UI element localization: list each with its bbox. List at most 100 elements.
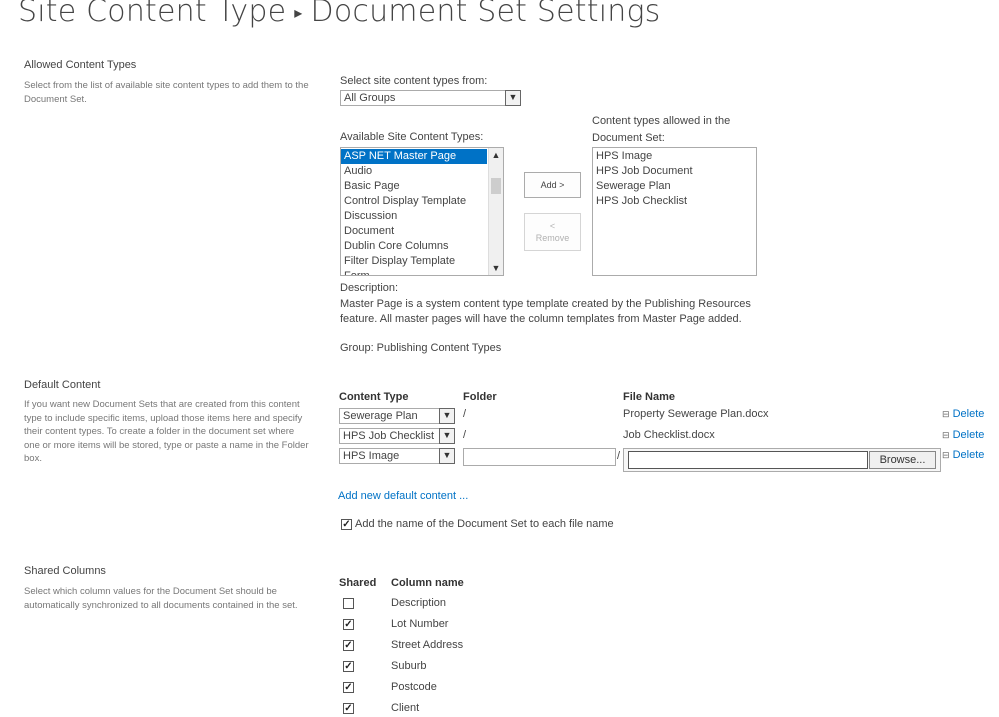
row2-delete-link[interactable]: ⊟ Delete <box>942 429 984 441</box>
shared-column-name: Postcode <box>391 681 437 693</box>
available-type-option[interactable]: Dublin Core Columns <box>341 239 487 254</box>
available-types-scrollbar[interactable]: ▲ ▼ <box>488 148 503 275</box>
scrollbar-thumb[interactable] <box>491 178 501 194</box>
allowed-type-option[interactable]: HPS Job Checklist <box>593 194 756 209</box>
allowed-type-option[interactable]: Sewerage Plan <box>593 179 756 194</box>
allowed-section-title: Allowed Content Types <box>24 59 137 71</box>
shared-columns-section-title: Shared Columns <box>24 565 106 577</box>
allowed-type-option[interactable]: HPS Job Document <box>593 164 756 179</box>
type-description-text: Master Page is a system content type tem… <box>340 297 751 327</box>
shared-column-checkbox[interactable]: ✓ <box>343 640 354 651</box>
type-description-line1: Master Page is a system content type tem… <box>340 298 751 310</box>
available-type-option[interactable]: Form <box>341 269 487 275</box>
row3-folder-separator: / <box>617 450 621 462</box>
checkmark-icon: ✓ <box>342 519 351 530</box>
remove-arrow-icon: < <box>549 221 556 231</box>
shared-column-name: Suburb <box>391 660 427 672</box>
row1-content-type-value: Sewerage Plan <box>343 410 418 422</box>
title-current: Document Set Settings <box>310 0 661 29</box>
default-content-section-title: Default Content <box>24 379 101 391</box>
row1-folder: / <box>463 408 467 420</box>
type-description-label: Description: <box>340 282 399 294</box>
shared-column-name: Street Address <box>391 639 464 651</box>
checkmark-icon: ✓ <box>344 640 353 651</box>
allowed-types-label-line1: Content types allowed in the <box>592 115 731 127</box>
col-shared-header: Shared <box>339 577 377 589</box>
shared-column-name: Description <box>391 597 447 609</box>
row1-content-type-select[interactable]: Sewerage Plan ▼ <box>339 408 455 424</box>
remove-button[interactable]: < Remove <box>524 213 581 251</box>
delete-icon: ⊟ <box>942 450 950 460</box>
row1-file-name: Property Sewerage Plan.docx <box>623 408 769 420</box>
browse-button[interactable]: Browse... <box>869 451 936 469</box>
row2-file-name: Job Checklist.docx <box>623 429 715 441</box>
breadcrumb-separator-icon: ▸ <box>294 3 303 22</box>
add-new-default-content-link[interactable]: Add new default content ... <box>338 490 468 502</box>
allowed-types-listbox[interactable]: HPS Image HPS Job Document Sewerage Plan HP… <box>592 147 757 276</box>
shared-column-checkbox[interactable]: ✓ <box>343 619 354 630</box>
available-types-items: ASP NET Master Page Audio Basic Page Contro… <box>341 148 503 275</box>
chevron-down-icon[interactable]: ▼ <box>439 428 455 444</box>
checkmark-icon: ✓ <box>344 703 353 714</box>
available-type-option[interactable]: Audio <box>341 164 487 179</box>
col-content-type-header: Content Type <box>339 391 409 403</box>
checkmark-icon: ✓ <box>344 619 353 630</box>
title-breadcrumb-parent[interactable]: Site Content Type <box>18 0 286 29</box>
chevron-down-icon[interactable]: ▼ <box>505 90 521 106</box>
shared-columns-section-description: Select which column values for the Docum… <box>24 586 298 611</box>
row2-content-type-value: HPS Job Checklist <box>343 430 435 442</box>
allowed-type-option[interactable]: HPS Image <box>593 149 756 164</box>
row2-folder: / <box>463 429 467 441</box>
allowed-types-items: HPS Image HPS Job Document Sewerage Plan HP… <box>593 148 756 209</box>
add-button[interactable]: Add > <box>524 172 581 198</box>
chevron-down-icon[interactable]: ▼ <box>439 408 455 424</box>
checkmark-icon: ✓ <box>344 682 353 693</box>
available-type-option[interactable]: Filter Display Template <box>341 254 487 269</box>
row3-content-type-value: HPS Image <box>343 450 400 462</box>
available-type-option[interactable]: ASP NET Master Page <box>341 149 487 164</box>
row3-delete-link[interactable]: ⊟ Delete <box>942 449 984 461</box>
row3-delete-label: Delete <box>952 449 985 461</box>
select-group-label: Select site content types from: <box>340 75 488 87</box>
default-content-section-description: If you want new Document Sets that are c… <box>24 399 309 465</box>
group-select[interactable]: All Groups ▼ <box>340 90 521 106</box>
delete-icon: ⊟ <box>942 430 950 440</box>
type-description-line2: feature. All master pages will have the … <box>340 313 742 325</box>
scroll-down-arrow-icon[interactable]: ▼ <box>489 261 503 275</box>
row3-content-type-select[interactable]: HPS Image ▼ <box>339 448 455 464</box>
col-folder-header: Folder <box>463 391 497 403</box>
shared-column-checkbox[interactable]: ✓ <box>343 682 354 693</box>
available-types-listbox[interactable]: ASP NET Master Page Audio Basic Page Contro… <box>340 147 504 276</box>
shared-column-checkbox[interactable] <box>343 598 354 609</box>
available-type-option[interactable]: Discussion <box>341 209 487 224</box>
chevron-down-icon[interactable]: ▼ <box>439 448 455 464</box>
remove-button-label: Remove <box>535 233 570 243</box>
row2-content-type-select[interactable]: HPS Job Checklist ▼ <box>339 428 455 444</box>
available-type-option[interactable]: Document <box>341 224 487 239</box>
type-group-text: Group: Publishing Content Types <box>340 342 502 354</box>
shared-column-name: Lot Number <box>391 618 449 630</box>
add-name-option: ✓ Add the name of the Document Set to ea… <box>341 518 614 530</box>
row3-file-path-input[interactable] <box>628 451 868 469</box>
row3-folder-input[interactable] <box>463 448 616 466</box>
add-name-checkbox-label: Add the name of the Document Set to each… <box>355 518 614 530</box>
row1-delete-link[interactable]: ⊟ Delete <box>942 408 984 420</box>
shared-column-checkbox[interactable]: ✓ <box>343 661 354 672</box>
shared-column-checkbox[interactable]: ✓ <box>343 703 354 714</box>
available-type-option[interactable]: Basic Page <box>341 179 487 194</box>
allowed-types-label: Content types allowed in the Document Se… <box>592 113 730 147</box>
row1-delete-label: Delete <box>952 408 985 420</box>
col-file-name-header: File Name <box>623 391 675 403</box>
shared-column-name: Client <box>391 702 420 714</box>
col-column-name-header: Column name <box>391 577 464 589</box>
delete-icon: ⊟ <box>942 409 950 419</box>
add-name-checkbox[interactable]: ✓ <box>341 519 352 530</box>
group-select-value: All Groups <box>344 92 396 104</box>
allowed-section-description: Select from the list of available site c… <box>24 80 309 105</box>
checkmark-icon: ✓ <box>344 661 353 672</box>
available-type-option[interactable]: Control Display Template <box>341 194 487 209</box>
row3-file-upload: Browse... <box>623 448 941 472</box>
available-types-label: Available Site Content Types: <box>340 131 484 143</box>
scroll-up-arrow-icon[interactable]: ▲ <box>489 148 503 162</box>
allowed-types-label-line2: Document Set: <box>592 132 665 144</box>
